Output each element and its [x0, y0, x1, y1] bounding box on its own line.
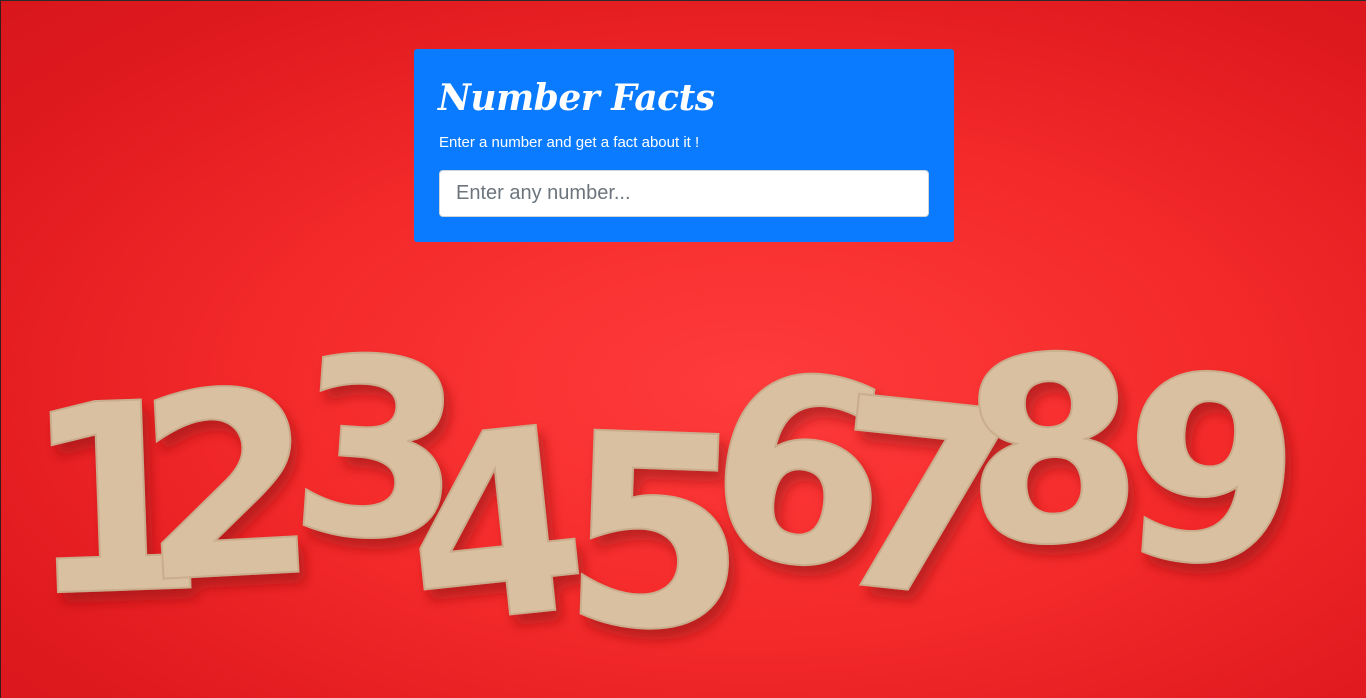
- card-subtitle: Enter a number and get a fact about it !: [439, 134, 700, 151]
- background-digit-9: 9: [1112, 318, 1310, 627]
- number-input[interactable]: [439, 170, 929, 217]
- number-facts-card: Number Facts Enter a number and get a fa…: [414, 49, 954, 242]
- page-title: Number Facts: [438, 77, 715, 119]
